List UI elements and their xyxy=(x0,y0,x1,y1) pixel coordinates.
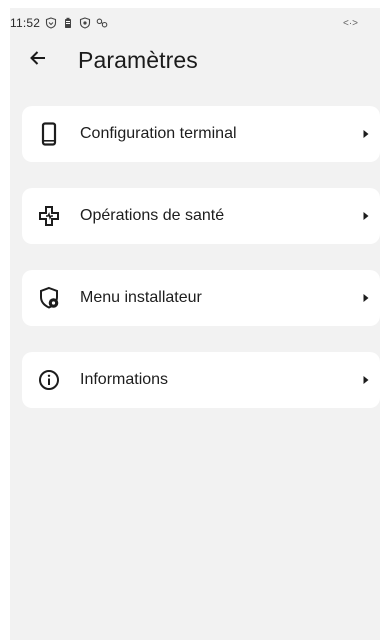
menu-item-label: Configuration terminal xyxy=(80,125,237,142)
shield-gear-icon xyxy=(36,285,62,311)
menu-item-label: Informations xyxy=(80,371,169,388)
data-activity-indicator: <·> xyxy=(342,17,358,29)
page-title: Paramètres xyxy=(78,46,198,73)
settings-screen: 11:52 <·> Paramètres Configuration termi… xyxy=(10,8,380,640)
shield-wifi-icon xyxy=(45,17,57,29)
menu-item-configuration-terminal[interactable]: Configuration terminal xyxy=(22,106,380,162)
status-bar-right: <·> xyxy=(343,18,358,29)
menu-item-operations-sante[interactable]: Opérations de santé xyxy=(22,188,380,244)
status-bar: 11:52 <·> xyxy=(10,8,380,38)
info-icon xyxy=(36,367,62,393)
status-time: 11:52 xyxy=(10,16,41,30)
menu-item-menu-installateur[interactable]: Menu installateur xyxy=(22,270,380,326)
chevron-right-icon xyxy=(360,292,372,304)
status-bar-left: 11:52 xyxy=(10,16,108,30)
medical-cross-icon xyxy=(36,203,62,229)
chevron-right-icon xyxy=(360,128,372,140)
arrow-left-icon xyxy=(28,48,48,73)
settings-menu-list: Configuration terminal Opérations de san… xyxy=(22,106,380,434)
back-button[interactable] xyxy=(28,46,56,74)
chevron-right-icon xyxy=(360,210,372,222)
menu-item-informations[interactable]: Informations xyxy=(22,352,380,408)
menu-item-label: Menu installateur xyxy=(80,289,202,306)
link-icon xyxy=(96,17,108,29)
battery-icon xyxy=(62,17,74,29)
menu-item-label: Opérations de santé xyxy=(80,207,225,224)
chevron-right-icon xyxy=(360,374,372,386)
app-bar: Paramètres xyxy=(10,38,380,82)
vpn-shield-icon xyxy=(79,17,91,29)
phone-icon xyxy=(36,121,62,147)
